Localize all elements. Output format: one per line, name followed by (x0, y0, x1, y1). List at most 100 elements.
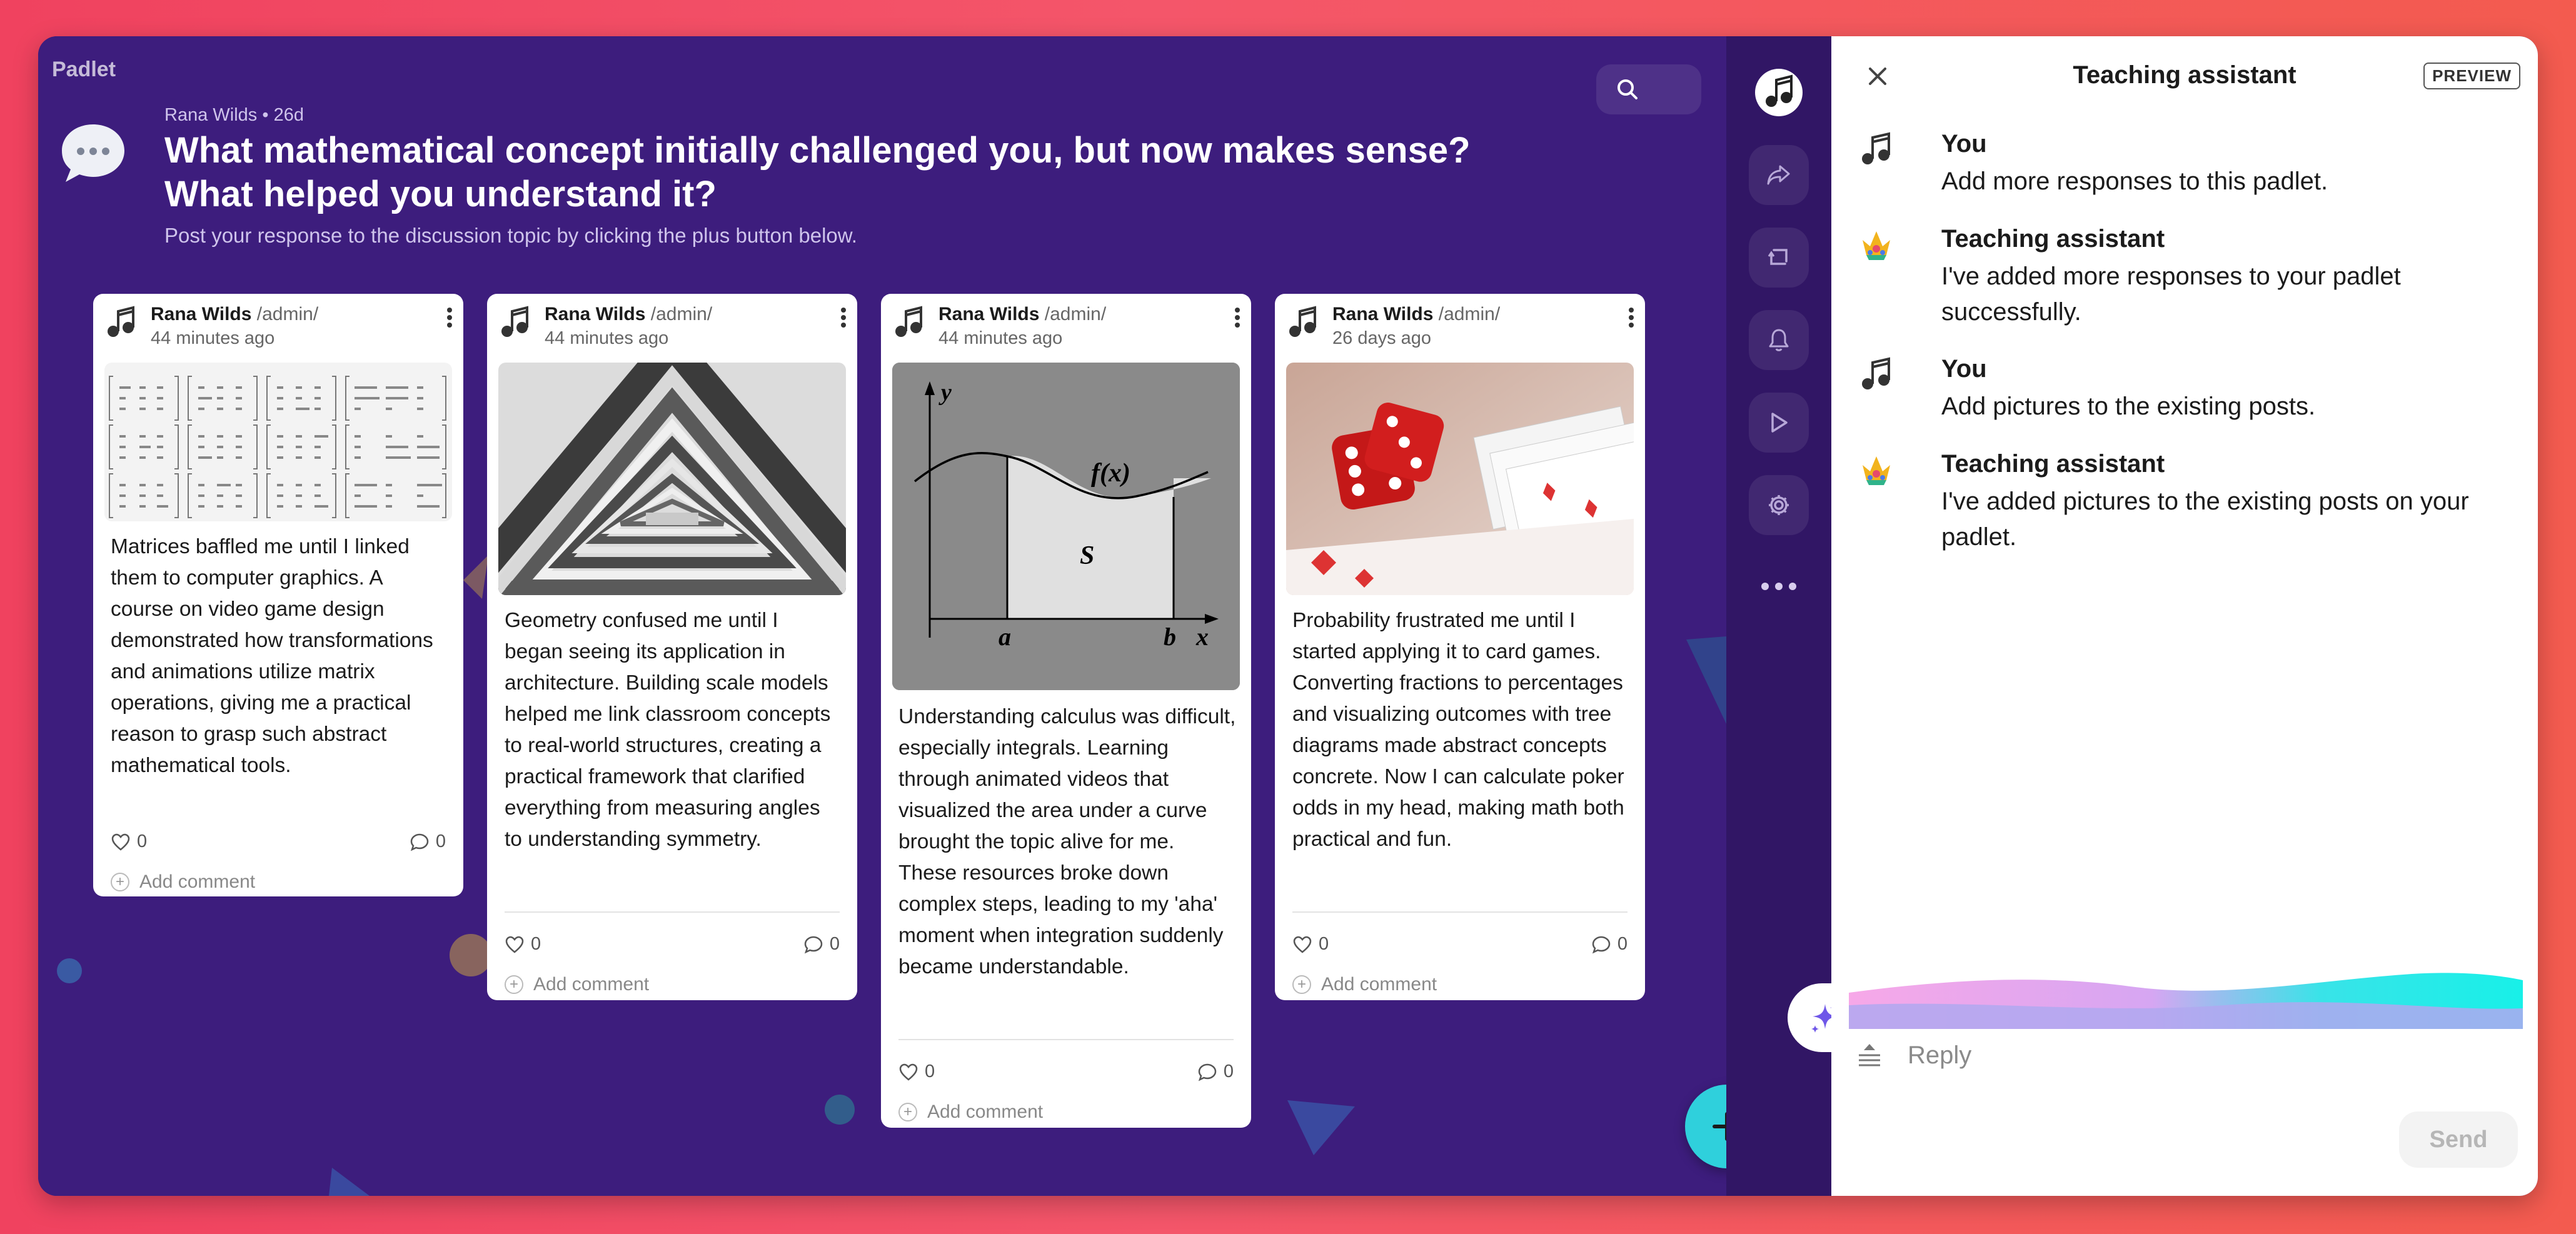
remake-button[interactable] (1749, 228, 1809, 288)
plus-icon: + (111, 873, 129, 891)
post-card[interactable]: Rana Wilds /admin/ 26 days ago Probabili… (1275, 294, 1645, 1000)
plus-icon: + (505, 975, 523, 994)
post-time: 26 days ago (1332, 328, 1432, 348)
add-comment-label: Add comment (927, 1101, 1044, 1122)
avatar-icon (108, 306, 134, 337)
like-button[interactable]: 0 (1292, 934, 1329, 955)
share-button[interactable] (1749, 145, 1809, 205)
add-comment[interactable]: + Add comment (1292, 974, 1437, 995)
remake-icon (1768, 249, 1788, 265)
message-sender: Teaching assistant (1941, 450, 2165, 478)
plus-icon: + (1292, 975, 1311, 994)
figure-label-x: x (1195, 623, 1209, 651)
message-text: I've added pictures to the existing post… (1941, 488, 2469, 551)
post-author: Rana Wilds /admin/ (545, 304, 713, 324)
comment-button[interactable]: 0 (1591, 934, 1628, 955)
more-vertical-icon[interactable] (1232, 305, 1242, 330)
settings-icon (1769, 495, 1789, 515)
search-button[interactable] (1596, 64, 1701, 114)
plus-icon: + (898, 1103, 917, 1121)
post-image-matrices[interactable] (104, 363, 452, 521)
board-age: 26d (273, 105, 304, 125)
padlet-board: Padlet Rana Wilds • 26d What mathematica… (38, 36, 1726, 1196)
post-time: 44 minutes ago (938, 328, 1063, 348)
post-time: 44 minutes ago (151, 328, 275, 348)
meta-separator: • (262, 105, 274, 125)
preview-badge: PREVIEW (2423, 63, 2520, 89)
like-count: 0 (925, 1061, 935, 1081)
figure-label-b: b (1164, 623, 1176, 651)
message-text: I've added more responses to your padlet… (1941, 263, 2401, 326)
more-horizontal-icon[interactable] (1759, 580, 1799, 593)
notifications-button[interactable] (1749, 310, 1809, 370)
comment-icon (1592, 936, 1611, 953)
comment-count: 0 (435, 831, 446, 851)
board-author: Rana Wilds (164, 105, 258, 125)
comment-icon (804, 936, 823, 953)
slideshow-icon (1771, 413, 1788, 433)
search-icon (1618, 79, 1638, 99)
comment-count: 0 (829, 934, 840, 954)
figure-label-a: a (999, 623, 1011, 651)
like-button[interactable]: 0 (898, 1061, 935, 1082)
post-image-architecture[interactable] (498, 363, 846, 595)
bell-icon (1769, 329, 1789, 351)
comment-count: 0 (1223, 1061, 1234, 1081)
avatar-icon[interactable] (1754, 68, 1804, 118)
post-image-integral[interactable]: y f(x) S a b x (892, 363, 1240, 690)
send-button[interactable]: Send (2399, 1111, 2518, 1168)
settings-button[interactable] (1749, 475, 1809, 535)
heart-icon (505, 936, 524, 953)
post-author: Rana Wilds /admin/ (151, 304, 319, 324)
heart-icon (111, 833, 130, 851)
comment-count: 0 (1617, 934, 1628, 954)
figure-label-fx: f(x) (1091, 459, 1130, 488)
chat-bubble-icon (59, 122, 127, 184)
more-vertical-icon[interactable] (838, 305, 848, 330)
board-title: What mathematical concept initially chal… (164, 130, 1471, 214)
plus-icon (1713, 1112, 1726, 1141)
user-avatar-icon (1862, 132, 1890, 164)
teaching-assistant-panel: Teaching assistant PREVIEW You Add more … (1831, 36, 2538, 1196)
post-card[interactable]: Rana Wilds /admin/ 44 minutes ago (881, 294, 1251, 1128)
add-comment-label: Add comment (1321, 974, 1437, 995)
like-button[interactable]: 0 (505, 934, 541, 955)
board-meta: Rana Wilds • 26d (164, 105, 304, 126)
avatar-icon (1289, 306, 1316, 337)
post-author: Rana Wilds /admin/ (938, 304, 1107, 324)
figure-label-y: y (938, 379, 952, 406)
add-comment-label: Add comment (533, 974, 650, 995)
assistant-avatar-icon (1863, 456, 1890, 485)
heart-icon (1293, 936, 1312, 953)
post-card[interactable]: Rana Wilds /admin/ 44 minutes ago (93, 294, 463, 896)
board-subtitle: Post your response to the discussion top… (164, 224, 857, 247)
like-count: 0 (1319, 934, 1329, 954)
post-header: Rana Wilds /admin/ 44 minutes ago (881, 294, 1251, 356)
add-comment[interactable]: + Add comment (111, 871, 255, 893)
app-window: Padlet Rana Wilds • 26d What mathematica… (38, 36, 2538, 1196)
reply-format-icon[interactable] (1855, 1041, 1884, 1066)
post-divider (505, 911, 840, 913)
slideshow-button[interactable] (1749, 393, 1809, 453)
post-header: Rana Wilds /admin/ 44 minutes ago (93, 294, 463, 356)
add-comment-label: Add comment (139, 871, 256, 892)
comment-button[interactable]: 0 (1197, 1061, 1234, 1082)
like-button[interactable]: 0 (111, 831, 147, 852)
add-comment[interactable]: + Add comment (898, 1101, 1043, 1123)
post-divider (898, 1039, 1234, 1040)
more-vertical-icon[interactable] (445, 305, 455, 330)
thinking-wave (1849, 973, 2523, 1049)
padlet-logo[interactable]: Padlet (52, 58, 116, 82)
like-count: 0 (531, 934, 541, 954)
post-card[interactable]: Rana Wilds /admin/ 44 minutes ago (487, 294, 857, 1000)
comment-button[interactable]: 0 (803, 934, 840, 955)
more-vertical-icon[interactable] (1626, 305, 1636, 330)
post-image-dice-cards[interactable] (1286, 363, 1634, 595)
reply-input[interactable] (1906, 1036, 2469, 1074)
add-comment[interactable]: + Add comment (505, 974, 649, 995)
heart-icon (899, 1063, 918, 1081)
message-sender: You (1941, 355, 1987, 383)
avatar-icon (501, 306, 528, 337)
figure-label-s: S (1080, 541, 1094, 570)
comment-button[interactable]: 0 (410, 831, 446, 852)
